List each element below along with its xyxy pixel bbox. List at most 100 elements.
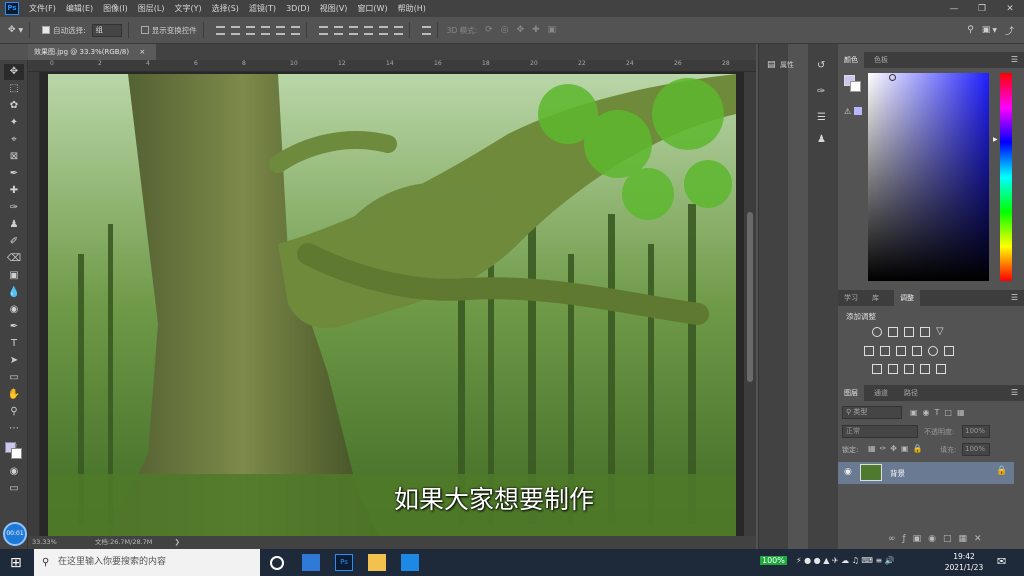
chevron-down-icon[interactable]: ▼ [992,27,997,34]
menu-edit[interactable]: 编辑(E) [66,3,93,14]
color-picker-field[interactable] [868,73,989,281]
zoom-tool-icon[interactable]: ⚲ [4,404,24,420]
tab-color[interactable]: 颜色 [838,52,864,68]
quick-select-tool-icon[interactable]: ✦ [4,115,24,131]
black-white-icon[interactable] [896,346,906,356]
hand-tool-icon[interactable]: ✋ [4,387,24,403]
auto-select-dropdown[interactable]: 组 [91,23,122,37]
menu-file[interactable]: 文件(F) [29,3,56,14]
distribute-left-icon[interactable] [363,25,373,35]
menu-window[interactable]: 窗口(W) [357,3,387,14]
panel-menu-icon[interactable]: ☰ [1011,55,1018,64]
lock-icons[interactable]: ▦✑✥▣🔒 [868,444,926,453]
battery-indicator[interactable]: 100% [760,556,787,565]
threshold-icon[interactable] [904,364,914,374]
scrollbar-thumb[interactable] [747,212,753,382]
auto-align-icon[interactable] [421,25,431,35]
levels-icon[interactable] [888,327,898,337]
align-left-icon[interactable] [260,25,270,35]
hue-slider-handle[interactable]: ▶ [993,136,998,143]
file-explorer-icon[interactable] [368,554,386,571]
vertical-scrollbar[interactable] [744,72,756,536]
show-transform-checkbox[interactable] [140,26,149,34]
opacity-input[interactable]: 100% [962,425,990,438]
3d-slide-icon[interactable]: ✚ [532,25,540,35]
menu-image[interactable]: 图像(I) [103,3,128,14]
exposure-icon[interactable] [920,327,930,337]
fill-input[interactable]: 100% [962,443,990,456]
layer-footer-icons[interactable]: ∞ƒ▣◉□▦✕ [888,534,989,544]
selective-color-icon[interactable] [920,364,930,374]
clone-source-icon[interactable]: ♟ [817,134,826,145]
windows-start-icon[interactable]: ⊞ [10,555,22,571]
move-tool-icon[interactable]: ✥ [4,64,24,80]
chevron-down-icon[interactable]: ▼ [19,27,24,34]
distribute-bottom-icon[interactable] [348,25,358,35]
path-selection-tool-icon[interactable]: ➤ [4,353,24,369]
properties-icon[interactable]: ▤ [767,60,776,70]
video-player-icon[interactable] [401,554,419,571]
blur-tool-icon[interactable]: 💧 [4,285,24,301]
gradient-map-icon[interactable] [936,364,946,374]
align-center-icon[interactable] [275,25,285,35]
layer-filter-dropdown[interactable]: ⚲ 类型 [842,406,902,419]
posterize-icon[interactable] [888,364,898,374]
vibrance-icon[interactable]: ▽ [936,327,946,337]
tab-libraries[interactable]: 库 [866,290,885,306]
workspace-icon[interactable]: ▣ [982,25,991,35]
tab-paths[interactable]: 路径 [898,385,924,401]
hue-saturation-icon[interactable] [864,346,874,356]
tab-learn[interactable]: 学习 [838,290,864,306]
menu-filter[interactable]: 滤镜(T) [249,3,276,14]
distribute-middle-icon[interactable] [333,25,343,35]
3d-roll-icon[interactable]: ◎ [501,25,509,35]
layer-filter-icons[interactable]: ▣◉T□▦ [910,408,970,417]
tab-channels[interactable]: 通道 [868,385,894,401]
brightness-icon[interactable] [872,327,882,337]
panel-menu-icon[interactable]: ☰ [1011,388,1018,397]
background-color-swatch[interactable] [11,448,22,459]
forest-photo[interactable] [48,74,736,536]
layer-row-background[interactable]: ◉ 背景 🔒 [838,462,1014,484]
picker-cursor[interactable] [889,74,896,81]
properties-tab-label[interactable]: 属性 [780,60,794,70]
curves-icon[interactable] [904,327,914,337]
search-icon[interactable]: ⚲ [967,25,974,35]
task-view-icon[interactable] [270,556,284,570]
web-safe-swatch[interactable] [854,107,862,115]
type-tool-icon[interactable]: T [4,336,24,352]
document-tab[interactable]: 效果图.jpg @ 33.3%(RGB/8) × [28,44,156,60]
taskbar-clock[interactable]: 19:42 2021/1/23 [944,551,984,573]
auto-select-checkbox[interactable] [42,26,51,34]
canvas-area[interactable]: 如果大家想要制作 [40,72,744,536]
crop-tool-icon[interactable]: ⌖ [4,132,24,148]
notification-icon[interactable]: ✉ [997,555,1006,568]
3d-rotate-icon[interactable]: ⟳ [485,25,493,35]
hue-slider[interactable] [1000,73,1012,281]
history-icon[interactable]: ↺ [817,60,825,71]
visibility-eye-icon[interactable]: ◉ [844,467,852,477]
share-icon[interactable]: ⤴ [1005,24,1014,37]
tray-icons[interactable]: ⚡ ● ● ▲ ✈ ☁ ♫ ⌨ ≡ 🔊 [796,556,895,565]
menu-select[interactable]: 选择(S) [212,3,239,14]
tab-layers[interactable]: 图层 [838,385,864,401]
close-tab-icon[interactable]: × [139,48,145,56]
healing-brush-tool-icon[interactable]: ✚ [4,183,24,199]
photoshop-logo-icon[interactable]: Ps [5,2,19,15]
clone-stamp-tool-icon[interactable]: ♟ [4,217,24,233]
screen-mode-icon[interactable]: ▭ [4,481,24,497]
align-right-icon[interactable] [290,25,300,35]
lasso-tool-icon[interactable]: ✿ [4,98,24,114]
more-tools-icon[interactable]: ⋯ [4,421,24,437]
restore-icon[interactable]: ❐ [968,4,996,14]
rectangle-tool-icon[interactable]: ▭ [4,370,24,386]
align-bottom-icon[interactable] [245,25,255,35]
tab-swatches[interactable]: 色板 [868,52,894,68]
gradient-tool-icon[interactable]: ▣ [4,268,24,284]
eraser-tool-icon[interactable]: ⌫ [4,251,24,267]
tab-adjustments[interactable]: 调整 [894,290,920,306]
menu-type[interactable]: 文字(Y) [174,3,201,14]
minimize-icon[interactable]: — [940,4,968,14]
dodge-tool-icon[interactable]: ◉ [4,302,24,318]
color-balance-icon[interactable] [880,346,890,356]
